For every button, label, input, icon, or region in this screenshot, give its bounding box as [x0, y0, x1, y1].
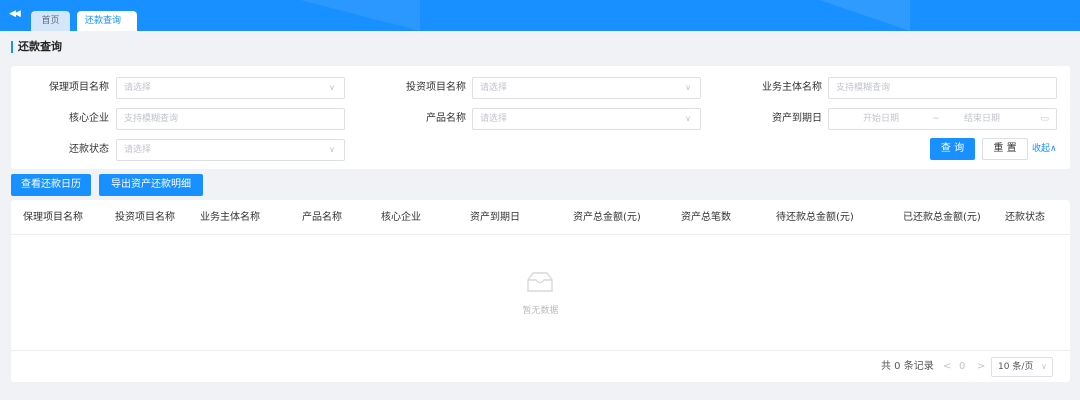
- column-header[interactable]: 资产到期日: [470, 200, 520, 235]
- chevron-down-icon: ∨: [685, 114, 691, 123]
- column-header[interactable]: 还款状态: [1005, 200, 1045, 235]
- business-entity-input[interactable]: 支持模糊查询: [828, 77, 1057, 99]
- chevron-down-icon: ∨: [329, 145, 335, 154]
- page-size-select[interactable]: 10 条/页 ∨: [991, 357, 1053, 377]
- divider: [11, 350, 1070, 351]
- column-header[interactable]: 保理项目名称: [23, 200, 83, 235]
- asset-due-date-range[interactable]: 开始日期 ~ 结束日期 ▭: [828, 108, 1057, 130]
- calendar-icon: ▭: [1040, 114, 1049, 124]
- chevron-down-icon: ∨: [685, 83, 691, 92]
- factoring-project-placeholder: 请选择: [124, 83, 152, 93]
- factoring-project-select[interactable]: 请选择 ∨: [116, 77, 345, 99]
- top-tab-bar: ◀◀ 首页 还款查询×: [0, 0, 1080, 31]
- column-header[interactable]: 已还款总金额(元): [903, 200, 981, 235]
- repay-status-select[interactable]: 请选择 ∨: [116, 139, 345, 161]
- collapse-sidebar-icon[interactable]: ◀◀: [9, 9, 21, 19]
- header-decoration: [300, 0, 420, 31]
- filter-panel: 保理项目名称 请选择 ∨ 投资项目名称 请选择 ∨ 业务主体名称 支持模糊查询 …: [11, 66, 1070, 169]
- product-name-label: 产品名称: [426, 113, 466, 124]
- table-header: 保理项目名称 投资项目名称 业务主体名称 产品名称 核心企业 资产到期日 资产总…: [11, 200, 1070, 235]
- pagination-total: 共 0 条记录: [881, 361, 934, 372]
- core-enterprise-placeholder: 支持模糊查询: [124, 114, 179, 124]
- tab-repay-query[interactable]: 还款查询×: [77, 11, 137, 31]
- export-repay-detail-button[interactable]: 导出资产还款明细: [99, 174, 203, 196]
- view-repay-calendar-button[interactable]: 查看还款日历: [11, 174, 91, 196]
- asset-due-date-label: 资产到期日: [772, 113, 822, 124]
- tab-home-label: 首页: [41, 16, 60, 26]
- investment-project-label: 投资项目名称: [406, 82, 466, 93]
- product-name-placeholder: 请选择: [480, 114, 508, 124]
- investment-project-select[interactable]: 请选择 ∨: [472, 77, 701, 99]
- date-range-separator: ~: [932, 114, 940, 124]
- business-entity-placeholder: 支持模糊查询: [836, 83, 891, 93]
- empty-text: 暂无数据: [522, 306, 559, 316]
- column-header[interactable]: 核心企业: [381, 200, 421, 235]
- core-enterprise-label: 核心企业: [69, 113, 109, 124]
- page-title: 还款查询: [11, 41, 62, 53]
- repay-table: 保理项目名称 投资项目名称 业务主体名称 产品名称 核心企业 资产到期日 资产总…: [11, 200, 1070, 382]
- column-header[interactable]: 资产总笔数: [681, 200, 731, 235]
- reset-button[interactable]: 重 置: [982, 138, 1028, 160]
- tab-home[interactable]: 首页: [31, 11, 70, 31]
- column-header[interactable]: 投资项目名称: [115, 200, 175, 235]
- repay-status-label: 还款状态: [69, 144, 109, 155]
- core-enterprise-input[interactable]: 支持模糊查询: [116, 108, 345, 130]
- column-header[interactable]: 资产总金额(元): [573, 200, 641, 235]
- column-header[interactable]: 产品名称: [302, 200, 342, 235]
- prev-page-button[interactable]: <: [943, 358, 951, 376]
- empty-inbox-icon: [527, 272, 553, 292]
- product-name-select[interactable]: 请选择 ∨: [472, 108, 701, 130]
- page-size-value: 10 条/页: [998, 362, 1034, 372]
- column-header[interactable]: 业务主体名称: [200, 200, 260, 235]
- factoring-project-label: 保理项目名称: [49, 82, 109, 93]
- collapse-filter-link[interactable]: 收起∧: [1032, 138, 1057, 160]
- column-header[interactable]: 待还款总金额(元): [776, 200, 854, 235]
- chevron-down-icon: ∨: [329, 83, 335, 92]
- current-page[interactable]: 0: [959, 358, 965, 376]
- date-end-input[interactable]: 结束日期: [964, 109, 1000, 129]
- repay-status-placeholder: 请选择: [124, 145, 152, 155]
- header-decoration: [820, 0, 910, 31]
- tab-repay-query-label: 还款查询: [85, 16, 122, 26]
- investment-project-placeholder: 请选择: [480, 83, 508, 93]
- business-entity-label: 业务主体名称: [762, 82, 822, 93]
- query-button[interactable]: 查 询: [930, 138, 975, 160]
- next-page-button[interactable]: >: [977, 358, 985, 376]
- chevron-down-icon: ∨: [1041, 362, 1047, 371]
- date-start-input[interactable]: 开始日期: [863, 109, 899, 129]
